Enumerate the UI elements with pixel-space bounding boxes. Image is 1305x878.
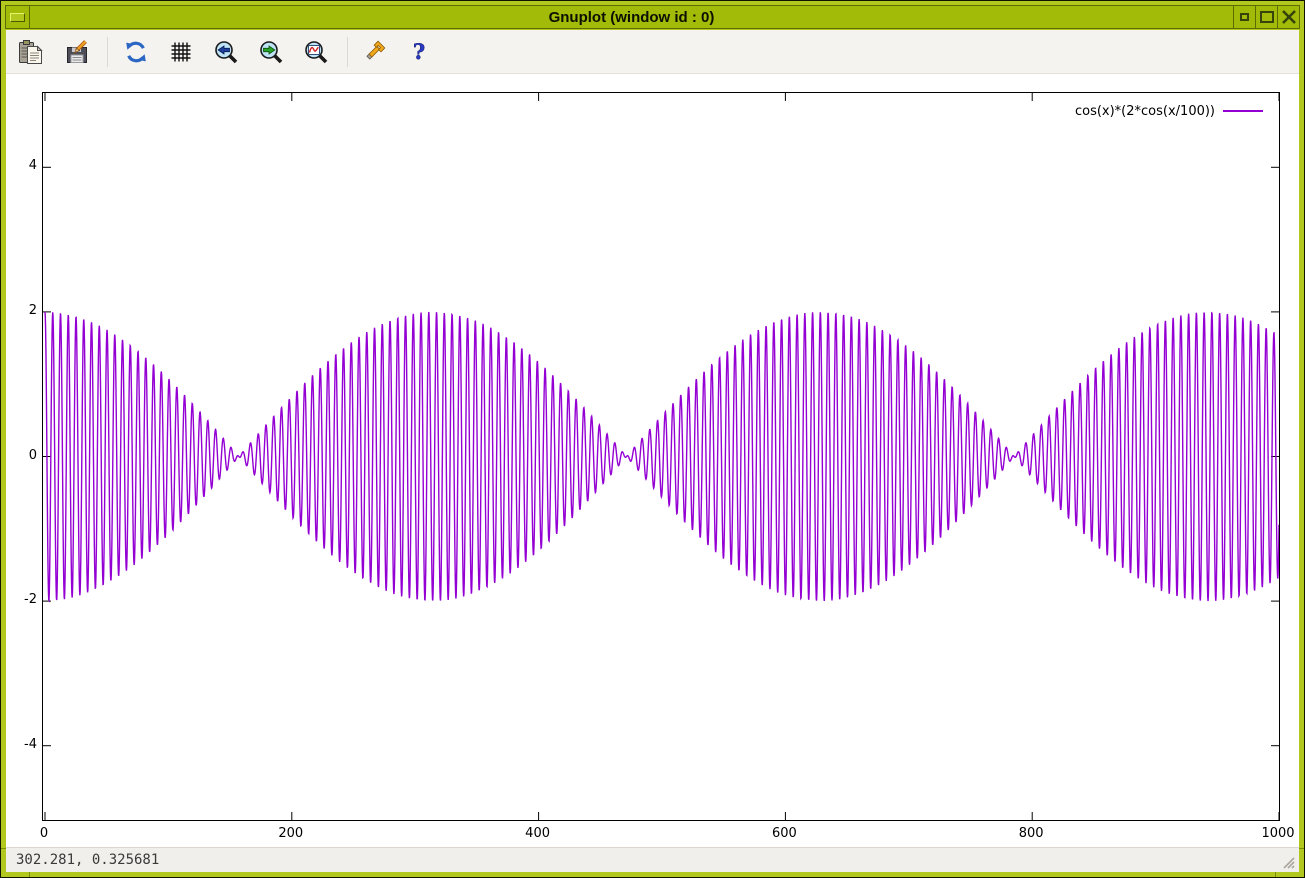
close-button[interactable] [1277,6,1299,28]
plot-canvas: cos(x)*(2*cos(x/100)) 02004006008001000 … [6,74,1299,847]
window-title: Gnuplot (window id : 0) [30,9,1233,26]
toolbar-separator [107,37,108,67]
legend-line-sample [1223,110,1263,112]
help-button[interactable]: ? [403,36,435,68]
toolbar-separator [347,37,348,67]
svg-text:?: ? [413,39,425,64]
resize-grip[interactable] [1278,852,1296,870]
cursor-coordinates: 302.281, 0.325681 [16,852,159,868]
clipboard-icon [18,39,44,65]
x-tick-label: 400 [508,826,568,841]
refresh-icon [123,39,149,65]
x-tick-label: 0 [14,826,74,841]
zoom-next-button[interactable] [255,36,287,68]
frame-seam [1,848,6,849]
gnuplot-window: Gnuplot (window id : 0) [0,0,1305,878]
y-tick-label: 4 [6,158,37,174]
toolbar: ? [6,30,1299,74]
x-tick-label: 200 [261,826,321,841]
frame-seam [29,872,30,877]
waveform-plot [43,93,1279,820]
magnifier-curve-icon [303,39,329,65]
x-tick-label: 1000 [1248,826,1305,841]
autoscale-button[interactable] [300,36,332,68]
magnifier-back-icon [213,39,239,65]
minimize-button[interactable] [1233,6,1255,28]
toggle-grid-button[interactable] [165,36,197,68]
minimize-icon [1240,13,1249,21]
y-tick-label: 0 [6,448,37,464]
save-floppy-icon [64,39,90,65]
x-tick-label: 800 [1001,826,1061,841]
y-tick-label: -4 [6,737,37,753]
legend: cos(x)*(2*cos(x/100)) [1075,103,1263,119]
settings-button[interactable] [358,36,390,68]
legend-label: cos(x)*(2*cos(x/100)) [1075,104,1215,119]
window-menu-icon [10,13,25,22]
maximize-button[interactable] [1255,6,1277,28]
grid-icon [168,39,194,65]
plot-area[interactable]: cos(x)*(2*cos(x/100)) [42,92,1280,821]
frame-seam [1299,848,1304,849]
maximize-icon [1260,11,1274,23]
magnifier-forward-icon [258,39,284,65]
window-content: ? cos(x)*(2*cos(x/100)) 0200400600800100… [6,30,1299,872]
titlebar: Gnuplot (window id : 0) [5,5,1300,29]
window-menu-button[interactable] [6,6,30,28]
statusbar: 302.281, 0.325681 [6,847,1299,872]
copy-to-clipboard-button[interactable] [15,36,47,68]
wrench-icon [361,39,387,65]
y-tick-label: 2 [6,303,37,319]
x-tick-label: 600 [754,826,814,841]
frame-seam [1275,872,1276,877]
zoom-previous-button[interactable] [210,36,242,68]
replot-button[interactable] [120,36,152,68]
export-to-file-button[interactable] [61,36,93,68]
question-mark-icon: ? [406,39,432,65]
y-tick-label: -2 [6,592,37,608]
close-icon [1281,10,1297,24]
